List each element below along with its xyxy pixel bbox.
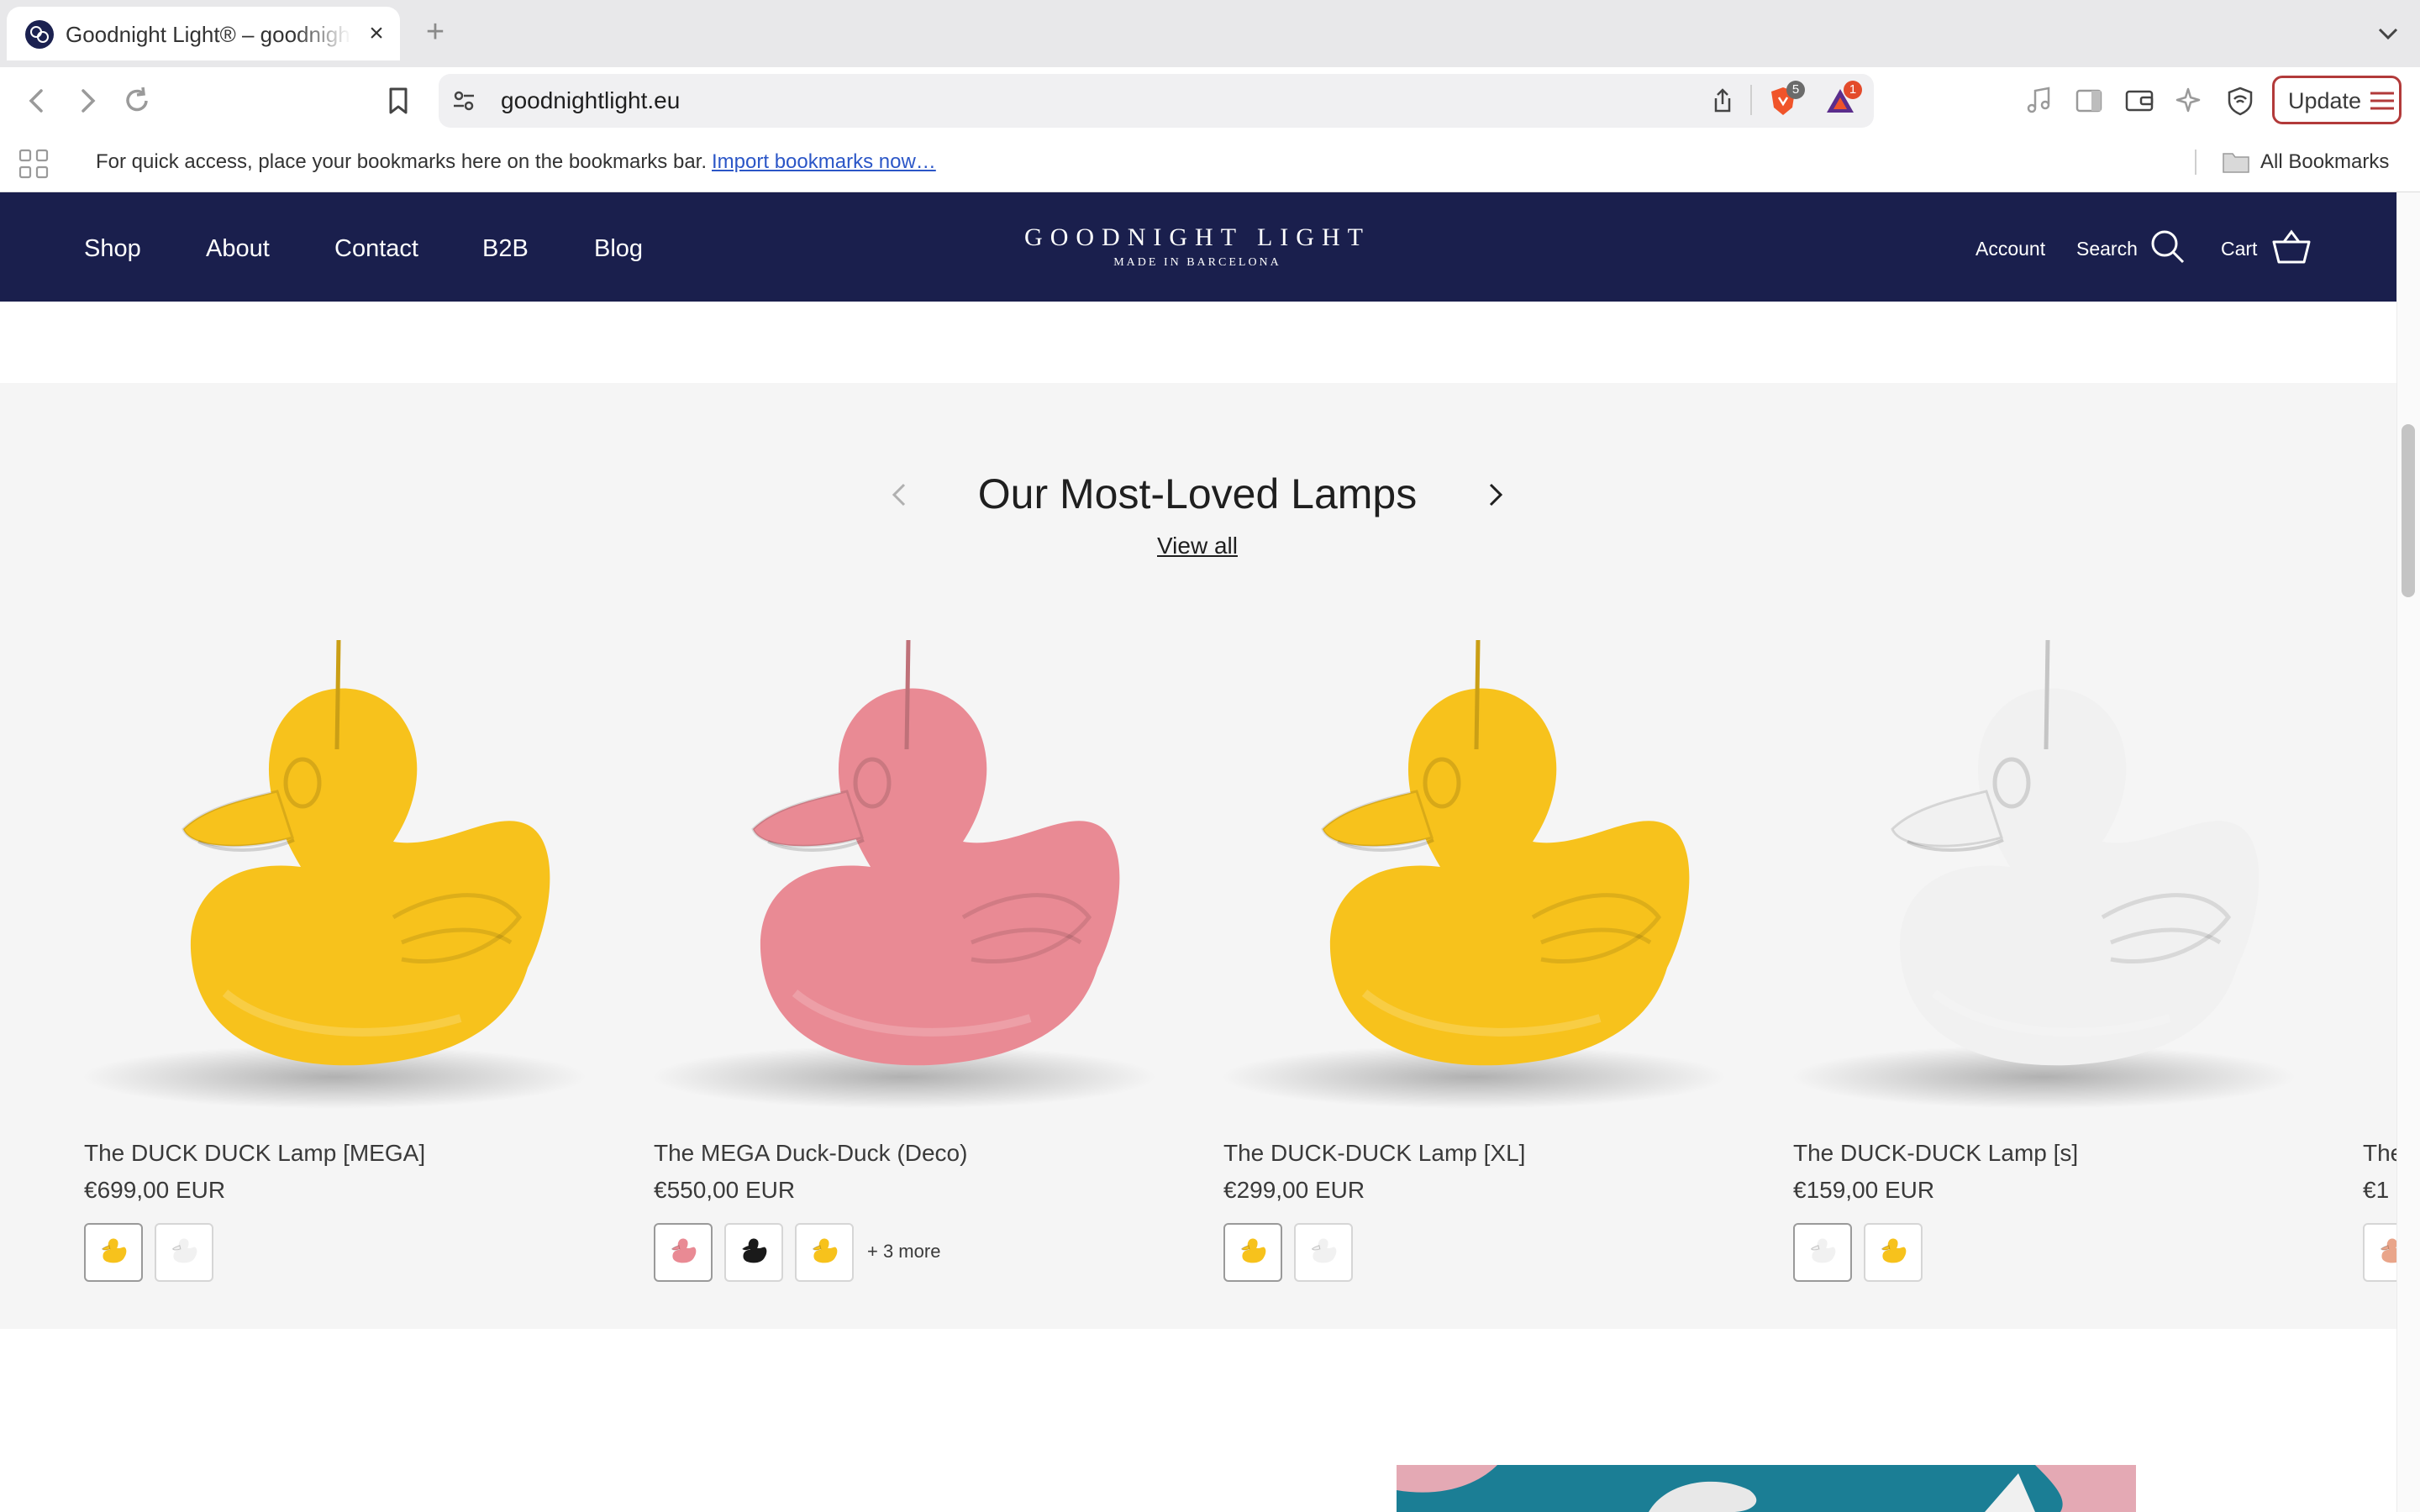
product-name[interactable]: The DUCK-DUCK Lamp [XL] bbox=[1223, 1139, 1525, 1168]
swatch-yellow[interactable] bbox=[1223, 1223, 1282, 1282]
shields-count-badge: 5 bbox=[1786, 81, 1805, 99]
nav-about[interactable]: About bbox=[206, 234, 270, 263]
nav-shop[interactable]: Shop bbox=[84, 234, 141, 263]
swatch-pink[interactable] bbox=[654, 1223, 713, 1282]
product-price: €299,00 EUR bbox=[1223, 1177, 1365, 1203]
sidebar-icon[interactable] bbox=[2070, 82, 2107, 119]
view-all-link[interactable]: View all bbox=[1126, 531, 1269, 561]
swatch-white[interactable] bbox=[155, 1223, 213, 1282]
product-name[interactable]: The MEGA Duck-Duck (Deco) bbox=[654, 1139, 967, 1168]
swatch-yellow[interactable] bbox=[795, 1223, 854, 1282]
section-title: Our Most-Loved Lamps bbox=[977, 470, 1418, 517]
next-section-image bbox=[1397, 1465, 2136, 1512]
more-swatches-link[interactable]: + 3 more bbox=[867, 1240, 940, 1263]
bookmarks-message: For quick access, place your bookmarks h… bbox=[96, 150, 936, 175]
swatch-yellow[interactable] bbox=[1864, 1223, 1923, 1282]
product-price: €550,00 EUR bbox=[654, 1177, 796, 1203]
apps-grid-icon[interactable] bbox=[17, 147, 50, 181]
bookmarks-divider bbox=[2195, 150, 2196, 175]
share-icon[interactable] bbox=[1704, 82, 1741, 119]
account-link[interactable]: Account bbox=[1975, 237, 2045, 260]
cart-link[interactable]: Cart bbox=[2221, 237, 2257, 260]
url-text[interactable]: goodnightlight.eu bbox=[501, 86, 680, 116]
update-label: Update bbox=[2288, 88, 2362, 113]
product-price: €159,00 EUR bbox=[1793, 1177, 1935, 1203]
import-bookmarks-link[interactable]: Import bookmarks now… bbox=[712, 150, 936, 173]
cart-basket-icon[interactable] bbox=[2270, 227, 2312, 267]
toolbar-divider bbox=[1750, 85, 1752, 115]
product-price: €1 bbox=[2363, 1177, 2390, 1203]
menu-icon bbox=[2369, 90, 2396, 112]
site-settings-icon[interactable] bbox=[445, 82, 482, 119]
tab-close-icon[interactable]: × bbox=[361, 18, 392, 49]
product-image[interactable] bbox=[627, 640, 1156, 1161]
nav-b2b[interactable]: B2B bbox=[482, 234, 529, 263]
all-bookmarks-button[interactable]: All Bookmarks bbox=[2260, 150, 2389, 175]
search-icon[interactable] bbox=[2148, 227, 2188, 267]
product-name[interactable]: The DUCK DUCK Lamp [MEGA] bbox=[84, 1139, 425, 1168]
site-favicon-icon bbox=[25, 20, 54, 49]
wallet-icon[interactable] bbox=[2121, 82, 2158, 119]
swatch-yellow[interactable] bbox=[84, 1223, 143, 1282]
site-logo[interactable]: GOODNIGHT LIGHT bbox=[966, 225, 1428, 250]
product-image[interactable] bbox=[57, 640, 587, 1161]
vpn-shield-icon[interactable] bbox=[2222, 82, 2259, 119]
carousel-next-icon[interactable] bbox=[1476, 476, 1512, 513]
product-name[interactable]: The DUCK-DUCK Lamp [s] bbox=[1793, 1139, 2078, 1168]
tab-list-chevron-icon[interactable] bbox=[2371, 17, 2405, 50]
swatch-peach[interactable] bbox=[2363, 1223, 2396, 1282]
swatch-black[interactable] bbox=[724, 1223, 783, 1282]
product-image[interactable] bbox=[1766, 640, 2296, 1161]
browser-tab[interactable]: Goodnight Light® – goodnightlight.eu × bbox=[7, 7, 400, 60]
product-image[interactable] bbox=[1197, 640, 1726, 1161]
bookmarks-hint: For quick access, place your bookmarks h… bbox=[96, 150, 708, 173]
update-button[interactable]: Update bbox=[2272, 76, 2402, 124]
search-link[interactable]: Search bbox=[2076, 237, 2138, 260]
leo-ai-icon[interactable] bbox=[2171, 82, 2208, 119]
forward-icon[interactable] bbox=[69, 82, 106, 119]
scrollbar-thumb[interactable] bbox=[2402, 424, 2415, 597]
swatch-white[interactable] bbox=[1793, 1223, 1852, 1282]
product-price: €699,00 EUR bbox=[84, 1177, 226, 1203]
swatch-white[interactable] bbox=[1294, 1223, 1353, 1282]
product-name[interactable]: The bbox=[2363, 1139, 2396, 1168]
back-icon[interactable] bbox=[18, 82, 55, 119]
folder-icon bbox=[2222, 150, 2250, 175]
site-logo-tagline: MADE IN BARCELONA bbox=[1113, 256, 1281, 269]
bookmark-icon[interactable] bbox=[380, 82, 417, 119]
partial-product-card[interactable]: The €1 bbox=[2336, 1126, 2396, 1294]
nav-contact[interactable]: Contact bbox=[334, 234, 418, 263]
tab-title: Goodnight Light® – goodnightlight.eu bbox=[66, 22, 351, 47]
alert-count-badge: 1 bbox=[1844, 81, 1862, 99]
nav-blog[interactable]: Blog bbox=[594, 234, 643, 263]
new-tab-button[interactable]: + bbox=[418, 15, 452, 49]
page-scrollbar[interactable] bbox=[2396, 192, 2420, 1512]
reload-icon[interactable] bbox=[119, 82, 156, 119]
music-icon[interactable] bbox=[2020, 82, 2057, 119]
